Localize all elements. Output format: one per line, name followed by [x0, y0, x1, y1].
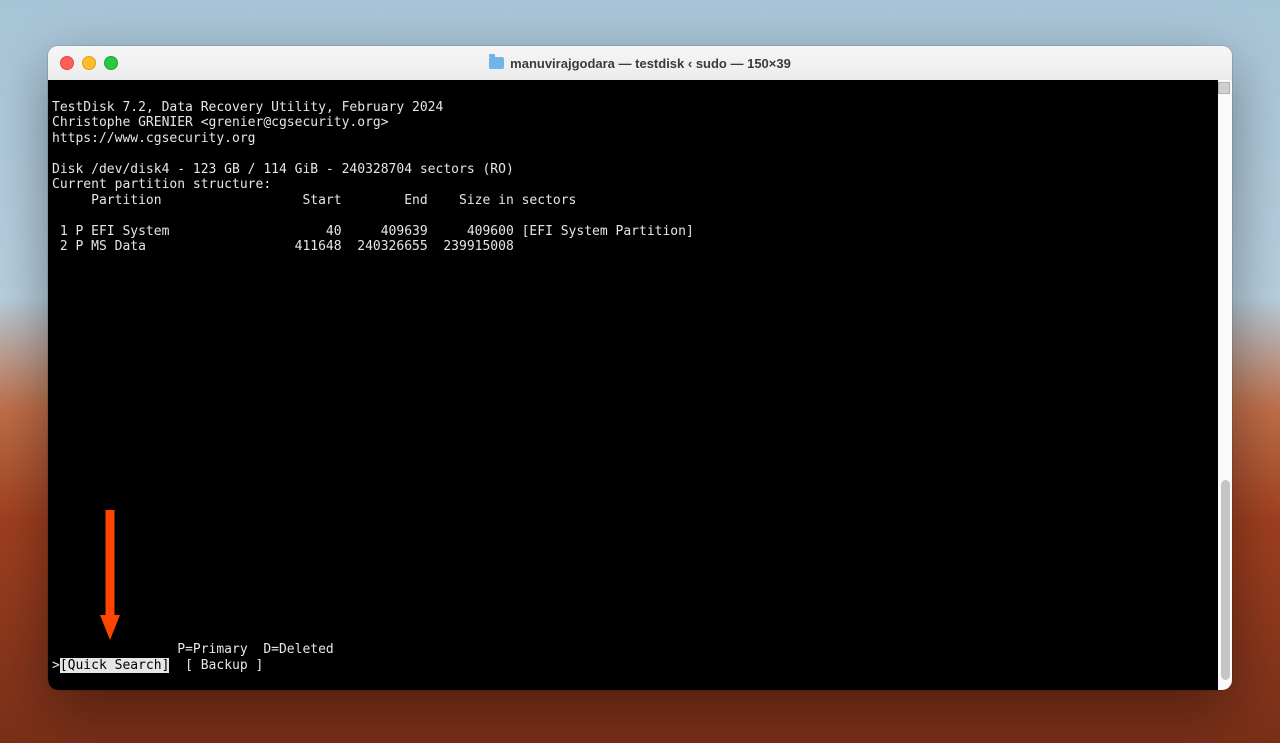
partition-columns: Partition Start End Size in sectors [52, 193, 576, 208]
zoom-button[interactable] [104, 56, 118, 70]
scrollbar-thumb[interactable] [1221, 480, 1230, 680]
folder-icon [489, 57, 504, 69]
structure-label: Current partition structure: [52, 177, 271, 192]
window-title-text: manuvirajgodara — testdisk ‹ sudo — 150×… [510, 56, 791, 71]
disk-info-line: Disk /dev/disk4 - 123 GB / 114 GiB - 240… [52, 162, 514, 177]
window-titlebar[interactable]: manuvirajgodara — testdisk ‹ sudo — 150×… [48, 46, 1232, 80]
window-title: manuvirajgodara — testdisk ‹ sudo — 150×… [48, 56, 1232, 71]
menu-hint: Try to locate partition [52, 689, 448, 691]
scrollbar-track[interactable] [1218, 80, 1232, 690]
menu-cursor: > [52, 658, 60, 674]
scroll-corner-icon [1218, 82, 1230, 94]
app-header-line1: TestDisk 7.2, Data Recovery Utility, Feb… [52, 100, 443, 115]
traffic-lights [60, 56, 118, 70]
terminal-content: TestDisk 7.2, Data Recovery Utility, Feb… [48, 80, 1218, 690]
quick-search-option[interactable]: [Quick Search] [60, 658, 170, 674]
partition-row: 2 P MS Data 411648 240326655 239915008 [52, 239, 514, 254]
app-header-line3: https://www.cgsecurity.org [52, 131, 256, 146]
app-header-line2: Christophe GRENIER <grenier@cgsecurity.o… [52, 115, 389, 130]
desktop-background: manuvirajgodara — testdisk ‹ sudo — 150×… [0, 0, 1280, 743]
partition-legend: P=Primary D=Deleted [52, 642, 334, 657]
minimize-button[interactable] [82, 56, 96, 70]
close-button[interactable] [60, 56, 74, 70]
backup-option[interactable]: [ Backup ] [185, 658, 263, 674]
terminal-body[interactable]: TestDisk 7.2, Data Recovery Utility, Feb… [48, 80, 1232, 690]
partition-row: 1 P EFI System 40 409639 409600 [EFI Sys… [52, 224, 694, 239]
terminal-window: manuvirajgodara — testdisk ‹ sudo — 150×… [48, 46, 1232, 690]
